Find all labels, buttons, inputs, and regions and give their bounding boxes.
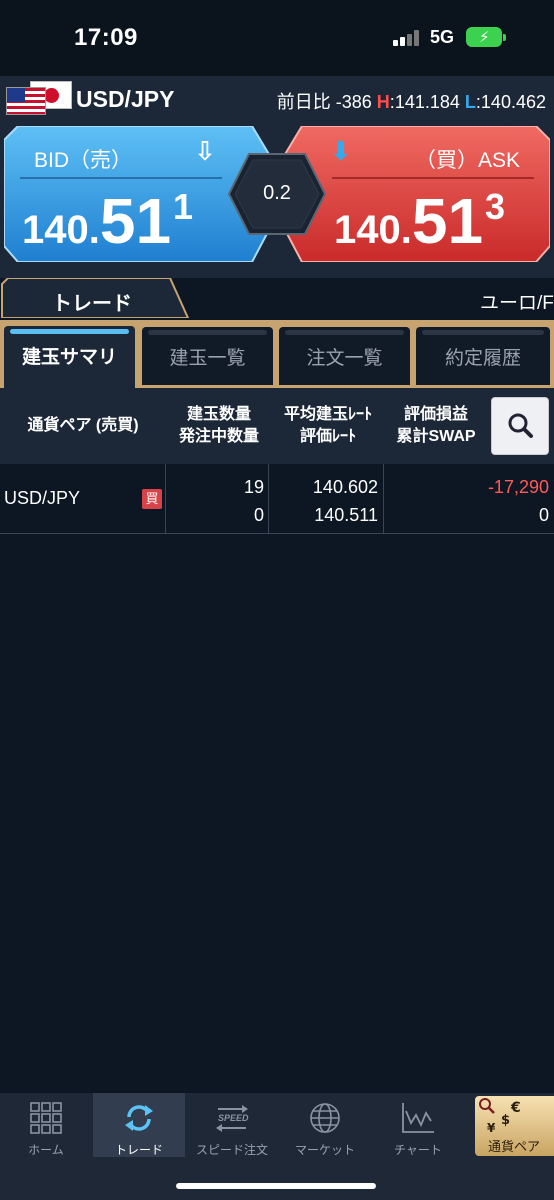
nav-market[interactable]: マーケット [279,1093,371,1157]
subtab-summary[interactable]: 建玉サマリ [4,326,135,388]
nav-home-label: ホーム [28,1143,64,1157]
tab-euro[interactable]: ユーロ/F [480,288,554,315]
spread-badge: 0.2 [227,152,327,236]
col-header-qty: 建玉数量 発注中数量 [178,406,259,445]
nav-trade[interactable]: トレード [93,1093,185,1157]
row-pair: USD/JPY [4,488,81,508]
row-qty: 19 [243,477,264,497]
chart-icon [402,1103,434,1133]
high-value: 141.184 [394,92,460,112]
us-flag-icon [6,87,46,115]
row-pending-qty: 0 [253,505,264,525]
speed-icon: SPEED [216,1105,249,1132]
svg-text:$: $ [501,1113,510,1128]
svg-text:SPEED: SPEED [218,1113,249,1123]
nav-speed-order-label: スピード注文 [195,1143,268,1157]
globe-icon [310,1103,340,1133]
ask-down-arrow-icon: ⬇ [330,136,352,166]
low-value: 140.462 [480,92,546,112]
pair-title[interactable]: USD/JPY [76,86,174,113]
nav-trade-label: トレード [114,1143,163,1157]
search-icon [508,413,533,438]
high-label: H [376,92,390,112]
status-bar: 17:09 5G ⚡ [0,0,554,76]
subtab-history[interactable]: 約定履歴 [416,327,550,385]
low-label: L [464,92,476,112]
ask-rate: 140.513 [334,185,506,257]
side-badge: 買 [142,489,162,509]
col-header-pair: 通貨ペア (売買) [27,417,139,434]
nav-speed-order[interactable]: SPEED スピード注文 [186,1093,278,1157]
nav-chart[interactable]: チャート [372,1093,464,1157]
ask-label: （買）ASK [414,149,520,172]
search-button[interactable] [491,397,549,455]
row-avg-rate: 140.602 [312,477,378,497]
subtab-bar: 建玉サマリ 建玉一覧 注文一覧 約定履歴 [0,320,554,388]
spread-value: 0.2 [263,182,291,204]
row-pnl: -17,290 [487,477,549,497]
status-time: 17:09 [74,24,138,51]
nav-market-label: マーケット [294,1143,355,1157]
battery-icon: ⚡ [466,27,506,47]
subtab-orders[interactable]: 注文一覧 [279,327,410,385]
row-swap: 0 [538,505,549,525]
currency-pair-label: 通貨ペア [488,1139,541,1154]
col-header-rate: 平均建玉ﾚｰﾄ 評価ﾚｰﾄ [283,406,372,445]
nav-chart-label: チャート [394,1143,442,1157]
bid-label: BID（売） [34,149,133,172]
signal-icon [393,30,423,46]
refresh-arrows-icon [125,1105,153,1131]
svg-text:€: € [510,1100,521,1116]
home-indicator [176,1183,376,1189]
col-header-pnl: 評価損益 累計SWAP [396,406,476,445]
bid-rate: 140.511 [22,185,194,257]
row-eval-rate: 140.511 [314,505,378,525]
svg-text:¥: ¥ [487,1121,496,1135]
network-type: 5G [430,27,455,47]
grid-icon [30,1102,62,1134]
subtab-positions[interactable]: 建玉一覧 [142,327,273,385]
pair-stats: 前日比 -386 H:141.184 L:140.462 [276,92,546,112]
bid-down-arrow-icon: ⇩ [194,136,216,166]
change-label: 前日比 [276,92,331,112]
col-divider [268,464,269,534]
nav-home[interactable]: ホーム [0,1093,92,1157]
col-divider [383,464,384,534]
change-value: -386 [335,92,372,112]
tab-trade-label: トレード [52,293,132,315]
